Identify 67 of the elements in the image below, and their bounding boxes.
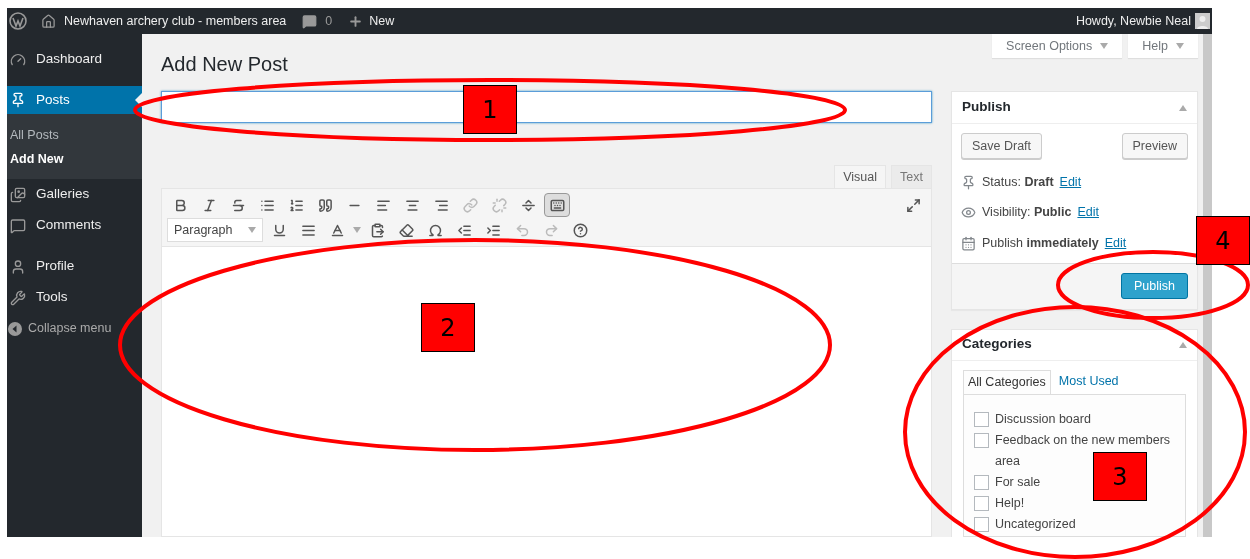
callout-number: 2 [421,303,475,352]
speech-bubble-icon [10,217,26,234]
collapse-toggle-icon[interactable] [1179,104,1187,111]
panel-title: Publish [962,98,1011,117]
publish-setting: Status: Draft [982,173,1054,191]
comment-count[interactable]: 0 [325,11,333,31]
pin-icon [10,92,26,108]
publish-setting: Publish immediately [982,234,1099,252]
category-label[interactable]: Discussion board [995,408,1091,430]
wrench-icon [10,289,26,306]
caret-icon [1176,43,1184,49]
sidebar-item[interactable]: Galleries [7,179,142,210]
category-label[interactable]: Help! [995,492,1025,514]
preview-button[interactable]: Preview [1121,133,1188,159]
screen-meta-tab[interactable]: Screen Options [992,34,1123,58]
sidebar-item[interactable]: Profile [7,251,142,282]
submenu-item[interactable]: All Posts [7,123,142,147]
images-icon [10,186,26,203]
comment-icon[interactable] [302,13,318,29]
caret-icon [248,227,256,233]
calendar-icon [961,235,976,251]
category-label[interactable]: Uncategorized [995,513,1076,535]
checkbox[interactable] [974,516,989,532]
editor-tab[interactable]: Text [891,165,932,188]
category-label[interactable]: For sale [995,471,1041,493]
home-icon[interactable] [41,13,56,29]
caret-icon [1100,43,1109,49]
checkbox[interactable] [974,495,989,511]
callout-number: 3 [1093,452,1147,501]
format-select[interactable]: Paragraph [167,218,263,242]
submenu-item[interactable]: Add New [7,147,142,171]
category-tab[interactable]: Most Used [1050,369,1127,394]
caret-icon [353,227,361,233]
site-name-link[interactable]: Newhaven archery club - members area [64,11,287,31]
sidebar-item[interactable]: Posts [7,86,142,114]
sidebar-item[interactable]: Tools [7,282,142,313]
edit-link[interactable]: Edit [1077,203,1099,223]
checkbox[interactable] [974,411,989,427]
screen-meta-tab[interactable]: Help [1128,34,1198,58]
checkbox[interactable] [974,474,989,490]
checkbox[interactable] [974,432,989,448]
sidebar-item[interactable]: Comments [7,210,142,241]
new-link[interactable]: New [369,11,395,31]
gauge-icon [10,51,26,68]
pin-icon [961,174,976,190]
toolbar-toggle-icon[interactable] [544,193,570,217]
title-field[interactable] [161,91,932,123]
page-title: Add New Post [161,52,289,77]
person-icon [10,258,26,275]
collapse-toggle-icon[interactable] [1179,341,1187,348]
eye-icon [961,205,976,221]
editor-body[interactable] [161,247,932,537]
category-tab[interactable]: All Categories [963,369,1051,394]
publish-setting: Visibility: Public [982,204,1072,222]
save-draft-button[interactable]: Save Draft [961,133,1043,159]
collapse-menu-button[interactable]: Collapse menu [7,313,142,344]
sidebar-item[interactable]: Dashboard [7,44,142,75]
plus-icon[interactable] [348,13,364,29]
callout-number: 1 [463,85,517,134]
edit-link[interactable]: Edit [1104,233,1127,253]
greeting-text[interactable]: Howdy, Newbie Neal [1075,11,1191,31]
editor-tab[interactable]: Visual [834,165,887,188]
callout-number: 4 [1196,216,1250,265]
scrollbar[interactable] [1203,34,1212,537]
panel-title: Categories [962,335,1032,354]
edit-link[interactable]: Edit [1059,172,1082,192]
wordpress-logo-icon[interactable] [9,12,27,30]
